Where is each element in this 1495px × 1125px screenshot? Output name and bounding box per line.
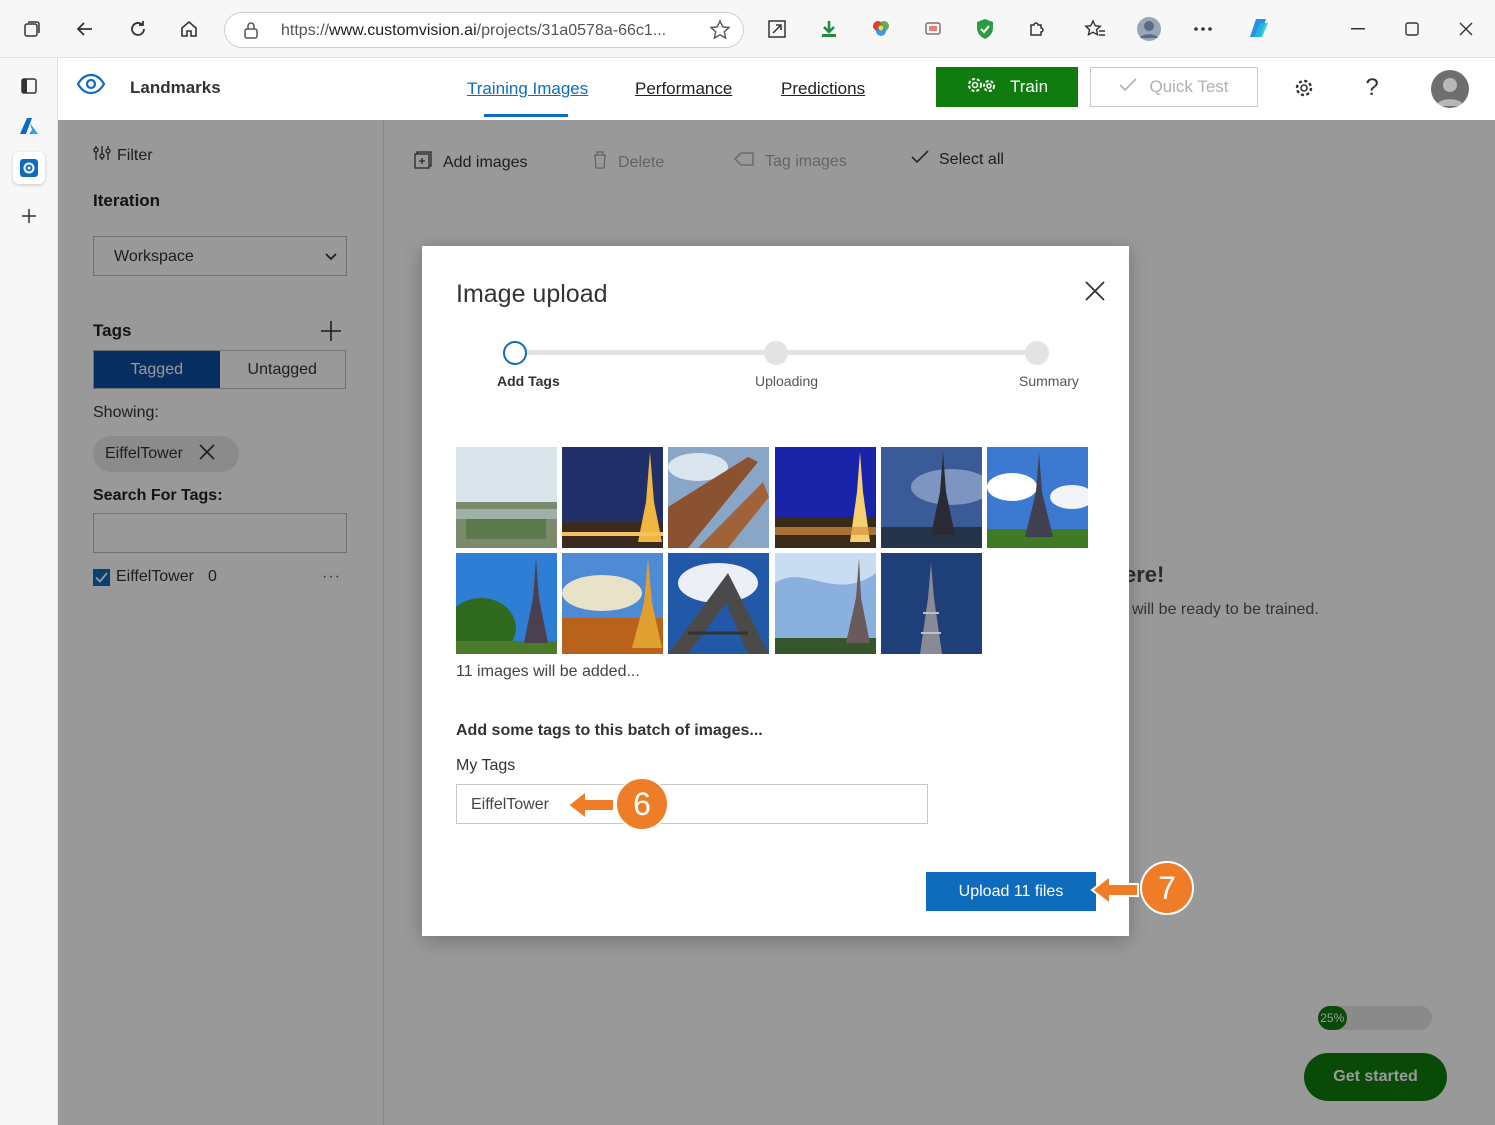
color-picker-extension-icon[interactable]: [866, 14, 896, 44]
upload-thumbnail: [775, 553, 876, 654]
step-dot-summary: [1025, 341, 1049, 365]
step-dot-add-tags: [503, 341, 527, 365]
custom-vision-icon[interactable]: [13, 152, 45, 184]
step-label-summary: Summary: [1019, 373, 1079, 389]
maximize-icon[interactable]: [1397, 14, 1427, 44]
favorites-icon[interactable]: [1080, 14, 1110, 44]
quick-test-button[interactable]: Quick Test: [1090, 67, 1258, 107]
back-icon[interactable]: [70, 14, 100, 44]
upload-thumbnail: [987, 447, 1088, 548]
minimize-icon[interactable]: [1343, 14, 1373, 44]
add-tags-heading: Add some tags to this batch of images...: [456, 722, 763, 739]
upload-thumbnail: [881, 553, 982, 654]
upload-thumbnail: [456, 447, 557, 548]
my-tags-label: My Tags: [456, 757, 516, 774]
upload-thumbnail: [668, 553, 769, 654]
close-window-icon[interactable]: [1451, 14, 1481, 44]
tabs-icon[interactable]: [17, 14, 47, 44]
quick-test-label: Quick Test: [1149, 77, 1229, 96]
settings-gear-icon[interactable]: [1288, 72, 1320, 104]
azure-icon[interactable]: [13, 110, 45, 142]
browser-sidebar: [0, 58, 58, 1125]
tab-performance[interactable]: Performance: [635, 79, 732, 99]
app-header: [58, 58, 1495, 120]
split-screen-icon[interactable]: [762, 14, 792, 44]
upload-thumbnail: [456, 553, 557, 654]
url-text: https://www.customvision.ai/projects/31a…: [281, 22, 667, 39]
callout-step-6: 6: [615, 777, 669, 831]
tab-training-images[interactable]: Training Images: [467, 79, 588, 99]
cast-extension-icon[interactable]: [918, 14, 948, 44]
close-icon[interactable]: [1080, 276, 1110, 306]
upload-thumbnail: [775, 447, 876, 548]
upload-files-button[interactable]: Upload 11 files: [926, 872, 1096, 911]
more-options-icon[interactable]: [1188, 14, 1218, 44]
lock-icon: [243, 21, 259, 44]
check-icon: [1119, 77, 1138, 97]
train-button[interactable]: Train: [936, 67, 1078, 107]
active-tab-indicator: [484, 114, 568, 117]
upload-thumbnail: [668, 447, 769, 548]
copilot-icon[interactable]: [1243, 14, 1273, 44]
gears-icon: [966, 75, 998, 100]
profile-avatar-icon[interactable]: [1134, 14, 1164, 44]
my-tags-input[interactable]: EiffelTower: [456, 784, 928, 824]
download-extension-icon[interactable]: [814, 14, 844, 44]
step-dot-uploading: [764, 341, 788, 365]
train-label: Train: [1009, 77, 1049, 96]
step-label-uploading: Uploading: [755, 373, 819, 389]
dialog-title: Image upload: [456, 280, 608, 308]
tab-predictions[interactable]: Predictions: [781, 79, 865, 99]
user-avatar[interactable]: [1431, 70, 1469, 108]
step-label-add-tags: Add Tags: [497, 373, 560, 389]
upload-thumbnail: [562, 553, 663, 654]
refresh-icon[interactable]: [123, 14, 153, 44]
callout-arrow-icon: [566, 788, 616, 827]
help-icon[interactable]: ?: [1356, 72, 1388, 104]
callout-step-7: 7: [1140, 861, 1194, 915]
favorite-star-icon[interactable]: [709, 19, 731, 46]
image-count-caption: 11 images will be added...: [456, 663, 640, 680]
home-icon[interactable]: [174, 14, 204, 44]
extensions-puzzle-icon[interactable]: [1022, 14, 1052, 44]
upload-thumbnail: [562, 447, 663, 548]
callout-arrow-icon: [1090, 873, 1140, 912]
add-sidebar-app-icon[interactable]: [13, 200, 45, 232]
upload-thumbnail: [881, 447, 982, 548]
address-bar[interactable]: https://www.customvision.ai/projects/31a…: [224, 12, 744, 48]
shield-extension-icon[interactable]: [970, 14, 1000, 44]
project-name[interactable]: Landmarks: [130, 78, 221, 98]
browser-toolbar: https://www.customvision.ai/projects/31a…: [0, 0, 1495, 58]
tab-actions-icon[interactable]: [13, 70, 45, 102]
eye-logo-icon: [76, 73, 106, 100]
